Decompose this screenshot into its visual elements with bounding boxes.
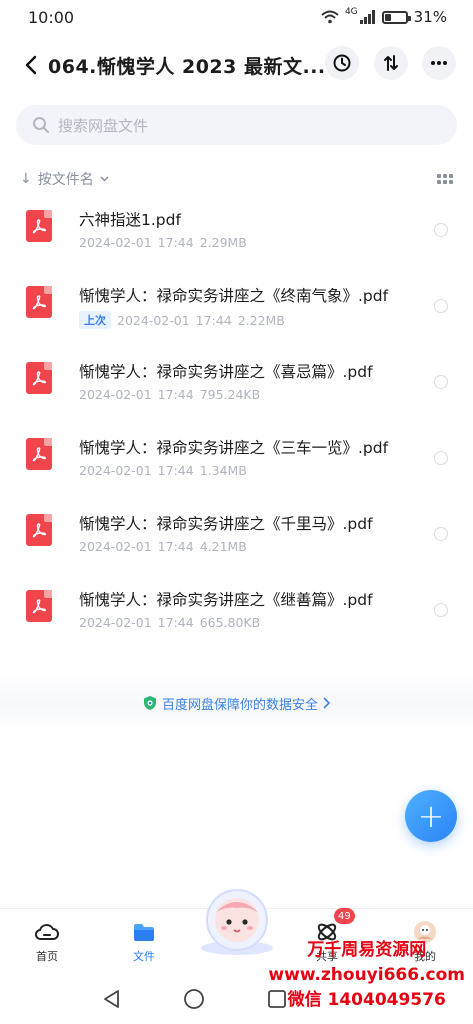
wifi-icon (321, 10, 339, 24)
sort-bar: ↓ 按文件名 (20, 168, 453, 190)
share-badge: 49 (334, 908, 355, 924)
tab-files[interactable]: 文件 (109, 909, 179, 975)
file-meta: 2024-02-01 17:44 1.34MB (79, 463, 247, 478)
file-row[interactable]: 惭愧学人：禄命实务讲座之《继善篇》.pdf 2024-02-01 17:44 6… (0, 571, 473, 647)
file-row[interactable]: 惭愧学人：禄命实务讲座之《终南气象》.pdf 上次 2024-02-01 17:… (0, 267, 473, 343)
page-title: 064.惭愧学人 2023 最新文... (48, 56, 326, 78)
file-time: 17:44 (157, 387, 194, 402)
tab-home[interactable]: 首页 (12, 909, 82, 975)
select-checkbox[interactable] (434, 527, 448, 541)
watermark-line: 微信 1404049576 (287, 990, 446, 1010)
status-bar: 10:00 4G 31% (0, 0, 473, 34)
last-opened-badge: 上次 (79, 311, 111, 329)
file-time: 17:44 (195, 312, 232, 328)
transfer-button[interactable] (374, 46, 408, 80)
network-type: 4G (344, 7, 358, 17)
file-name: 惭愧学人：禄命实务讲座之《千里马》.pdf (79, 515, 373, 533)
file-size: 665.80KB (199, 615, 261, 630)
tab-label: 文件 (133, 949, 155, 963)
watermark: 万千周易资源网 www.zhouyi666.com 微信 1404049576 (268, 938, 465, 1013)
file-name: 六神指迷1.pdf (79, 211, 181, 229)
file-date: 2024-02-01 (79, 539, 152, 554)
file-date: 2024-02-01 (79, 235, 152, 250)
file-date: 2024-02-01 (79, 615, 152, 630)
search-placeholder: 搜索网盘文件 (58, 116, 149, 135)
file-size: 2.29MB (199, 235, 247, 250)
file-row[interactable]: 六神指迷1.pdf 2024-02-01 17:44 2.29MB (0, 191, 473, 267)
shield-icon (143, 696, 156, 710)
chevron-down-icon (100, 176, 109, 182)
file-time: 17:44 (157, 615, 194, 630)
top-bar: 064.惭愧学人 2023 最新文... (0, 40, 473, 90)
pdf-file-icon (26, 438, 52, 470)
select-checkbox[interactable] (434, 299, 448, 313)
sort-arrow-icon: ↓ (20, 171, 32, 187)
file-meta: 2024-02-01 17:44 795.24KB (79, 387, 260, 402)
home-cloud-icon (35, 921, 59, 943)
sort-label: 按文件名 (37, 172, 94, 188)
file-row[interactable]: 惭愧学人：禄命实务讲座之《三车一览》.pdf 2024-02-01 17:44 … (0, 419, 473, 495)
select-checkbox[interactable] (434, 223, 448, 237)
more-button[interactable] (422, 46, 456, 80)
file-date: 2024-02-01 (79, 463, 152, 478)
file-time: 17:44 (157, 235, 194, 250)
chevron-left-icon[interactable] (16, 50, 46, 80)
select-checkbox[interactable] (434, 451, 448, 465)
mascot-button[interactable] (196, 886, 278, 956)
search-icon (33, 117, 49, 133)
file-meta: 上次 2024-02-01 17:44 2.22MB (79, 311, 285, 329)
watermark-line: www.zhouyi666.com (268, 965, 465, 985)
security-notice[interactable]: 百度网盘保障你的数据安全 (0, 672, 473, 734)
file-size: 2.22MB (237, 312, 285, 328)
status-icons: 4G 31% (321, 7, 447, 26)
search-input[interactable]: 搜索网盘文件 (16, 105, 457, 145)
pdf-file-icon (26, 210, 52, 242)
file-meta: 2024-02-01 17:44 4.21MB (79, 539, 247, 554)
history-button[interactable] (325, 46, 359, 80)
select-checkbox[interactable] (434, 603, 448, 617)
file-name: 惭愧学人：禄命实务讲座之《继善篇》.pdf (79, 591, 373, 609)
folder-icon (132, 921, 156, 943)
sort-by-name-button[interactable]: ↓ 按文件名 (20, 169, 109, 189)
pdf-file-icon (26, 590, 52, 622)
more-icon (431, 61, 447, 65)
transfer-icon (384, 55, 398, 71)
file-date: 2024-02-01 (79, 387, 152, 402)
file-meta: 2024-02-01 17:44 2.29MB (79, 235, 247, 250)
file-time: 17:44 (157, 463, 194, 478)
tab-label: 首页 (36, 949, 58, 963)
battery-icon (381, 10, 411, 24)
select-checkbox[interactable] (434, 375, 448, 389)
file-list: 六神指迷1.pdf 2024-02-01 17:44 2.29MB 惭愧学人：禄… (0, 191, 473, 647)
file-name: 惭愧学人：禄命实务讲座之《终南气象》.pdf (79, 287, 389, 305)
file-size: 4.21MB (199, 539, 247, 554)
pdf-file-icon (26, 362, 52, 394)
file-name: 惭愧学人：禄命实务讲座之《喜忌篇》.pdf (79, 363, 373, 381)
file-row[interactable]: 惭愧学人：禄命实务讲座之《千里马》.pdf 2024-02-01 17:44 4… (0, 495, 473, 571)
file-row[interactable]: 惭愧学人：禄命实务讲座之《喜忌篇》.pdf 2024-02-01 17:44 7… (0, 343, 473, 419)
watermark-line: 万千周易资源网 (307, 940, 427, 960)
signal-icon (359, 10, 375, 24)
pdf-file-icon (26, 286, 52, 318)
file-date: 2024-02-01 (117, 312, 190, 328)
grid-view-icon[interactable] (437, 174, 453, 184)
battery-percent: 31% (413, 8, 447, 26)
pdf-file-icon (26, 514, 52, 546)
history-icon (333, 54, 351, 72)
mascot-icon (201, 889, 273, 955)
status-time: 10:00 (28, 7, 75, 27)
file-name: 惭愧学人：禄命实务讲座之《三车一览》.pdf (79, 439, 389, 457)
add-button[interactable]: + (405, 790, 457, 842)
chevron-right-icon (323, 697, 330, 709)
file-time: 17:44 (157, 539, 194, 554)
file-size: 1.34MB (199, 463, 247, 478)
nav-home-icon[interactable] (181, 986, 207, 1012)
file-meta: 2024-02-01 17:44 665.80KB (79, 615, 260, 630)
plus-icon: + (417, 797, 445, 835)
security-text: 百度网盘保障你的数据安全 (161, 697, 318, 713)
file-size: 795.24KB (199, 387, 261, 402)
nav-back-icon[interactable] (99, 986, 125, 1012)
